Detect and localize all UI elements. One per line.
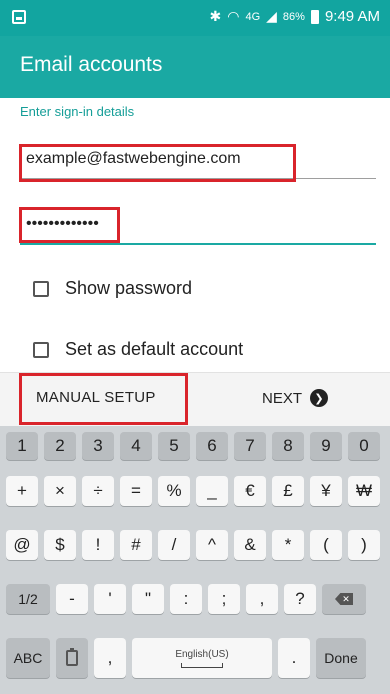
key[interactable]: ¥ [310, 476, 342, 506]
space-key[interactable]: English(US) [132, 638, 272, 678]
key[interactable]: @ [6, 530, 38, 560]
key[interactable]: ? [284, 584, 316, 614]
clipboard-icon [66, 648, 78, 666]
default-account-label: Set as default account [65, 339, 244, 359]
key[interactable]: 0 [348, 432, 380, 460]
key[interactable]: 2 [44, 432, 76, 460]
next-button[interactable]: NEXT ❯ [262, 389, 329, 407]
key[interactable]: % [158, 476, 190, 506]
keyboard-row-bottom: ABC , English(US) . Done [6, 638, 366, 678]
app-bar: Email accounts [0, 36, 390, 98]
comma-key[interactable]: , [94, 638, 126, 678]
manual-setup-highlight-box [19, 373, 188, 425]
key[interactable]: 8 [272, 432, 304, 460]
default-account-row[interactable]: Set as default account [33, 339, 243, 360]
key[interactable]: ' [94, 584, 126, 614]
email-highlight-box [19, 144, 296, 182]
status-bar: ✱ ◠ 4G ◢ 86% 9:49 AM [0, 0, 390, 36]
key[interactable]: / [158, 530, 190, 560]
key[interactable]: + [6, 476, 38, 506]
key[interactable]: _ [196, 476, 228, 506]
password-highlight-box [19, 207, 120, 243]
key[interactable]: , [246, 584, 278, 614]
backspace-icon: ✕ [335, 593, 353, 605]
status-icons: ✱ ◠ 4G ◢ 86% 9:49 AM [210, 8, 381, 25]
battery-percent: 86% [282, 10, 305, 23]
show-password-row[interactable]: Show password [33, 278, 192, 299]
done-key[interactable]: Done [316, 638, 366, 678]
key[interactable]: ) [348, 530, 380, 560]
keyboard-row-symbols-2: @ $ ! # / ^ & * ( ) [6, 530, 380, 560]
wifi-icon: ◠ [227, 8, 240, 24]
chevron-right-icon: ❯ [310, 389, 329, 407]
key[interactable]: & [234, 530, 266, 560]
show-password-checkbox[interactable] [33, 280, 49, 297]
key[interactable]: ( [310, 530, 342, 560]
period-key[interactable]: . [278, 638, 310, 678]
key[interactable]: $ [44, 530, 76, 560]
default-account-checkbox[interactable] [33, 341, 49, 358]
key[interactable]: = [120, 476, 152, 506]
key[interactable]: 4 [120, 432, 152, 460]
key[interactable]: * [272, 530, 304, 560]
next-label: NEXT [262, 389, 303, 407]
key[interactable]: 9 [310, 432, 342, 460]
key[interactable]: 7 [234, 432, 266, 460]
screenshot-icon [12, 10, 26, 24]
language-label: English(US) [175, 648, 229, 660]
battery-icon [310, 9, 319, 24]
network-type: 4G [245, 10, 261, 23]
keyboard: 1 2 3 4 5 6 7 8 9 0 + × ÷ = % _ € £ ¥ ₩ … [0, 426, 390, 694]
key[interactable]: 5 [158, 432, 190, 460]
key[interactable]: € [234, 476, 266, 506]
delete-key[interactable]: ✕ [322, 584, 366, 614]
key[interactable]: ₩ [348, 476, 380, 506]
key[interactable]: 3 [82, 432, 114, 460]
key[interactable]: 1 [6, 432, 38, 460]
key[interactable]: - [56, 584, 88, 614]
key[interactable]: £ [272, 476, 304, 506]
key[interactable]: ! [82, 530, 114, 560]
key[interactable]: " [132, 584, 164, 614]
abc-key[interactable]: ABC [6, 638, 50, 678]
key[interactable]: # [120, 530, 152, 560]
bluetooth-icon: ✱ [209, 8, 222, 24]
key[interactable]: ^ [196, 530, 228, 560]
status-time: 9:49 AM [324, 8, 380, 25]
show-password-label: Show password [65, 278, 193, 298]
key[interactable]: 6 [196, 432, 228, 460]
page-title: Email accounts [20, 53, 163, 76]
space-bar-icon [181, 662, 223, 668]
key[interactable]: ÷ [82, 476, 114, 506]
page-toggle-key[interactable]: 1/2 [6, 584, 50, 614]
key[interactable]: ; [208, 584, 240, 614]
keyboard-row-numbers: 1 2 3 4 5 6 7 8 9 0 [6, 432, 380, 460]
clipboard-key[interactable] [56, 638, 88, 678]
signal-icon: ◢ [266, 8, 277, 24]
keyboard-row-symbols-3: 1/2 - ' " : ; , ? ✕ [6, 584, 366, 614]
key[interactable]: × [44, 476, 76, 506]
keyboard-row-symbols-1: + × ÷ = % _ € £ ¥ ₩ [6, 476, 380, 506]
key[interactable]: : [170, 584, 202, 614]
sign-in-subheader: Enter sign-in details [20, 104, 135, 119]
